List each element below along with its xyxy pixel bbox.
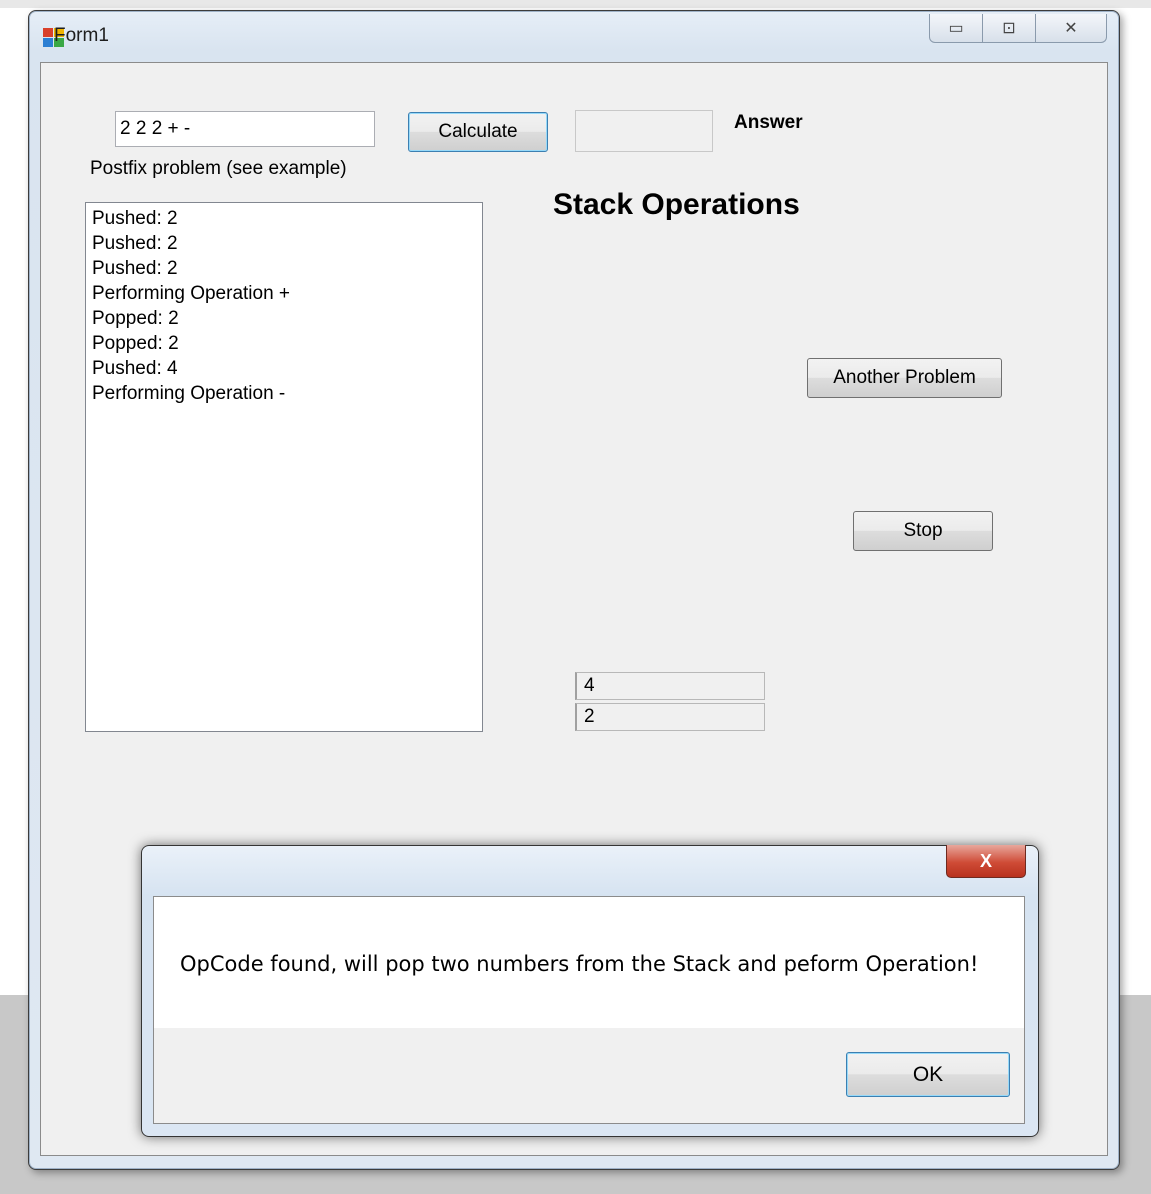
answer-field[interactable] — [575, 110, 713, 152]
stack-cell-bottom: 2 — [575, 703, 765, 731]
list-item[interactable]: Pushed: 4 — [92, 356, 482, 381]
window-title: Form1 — [54, 25, 109, 46]
close-button[interactable]: ✕ — [1036, 14, 1106, 42]
postfix-input[interactable] — [115, 111, 375, 147]
stop-button[interactable]: Stop — [853, 511, 993, 551]
ok-button[interactable]: OK — [846, 1052, 1010, 1097]
close-icon: ✕ — [1064, 20, 1078, 37]
list-item[interactable]: Popped: 2 — [92, 331, 482, 356]
list-item[interactable]: Popped: 2 — [92, 306, 482, 331]
calculate-button[interactable]: Calculate — [408, 112, 548, 152]
list-item[interactable]: Pushed: 2 — [92, 256, 482, 281]
maximize-icon: ⊡ — [1002, 20, 1016, 37]
another-problem-button[interactable]: Another Problem — [807, 358, 1002, 398]
postfix-label: Postfix problem (see example) — [90, 158, 347, 179]
stack-operations-heading: Stack Operations — [553, 188, 800, 221]
maximize-button[interactable]: ⊡ — [983, 14, 1036, 42]
list-item[interactable]: Performing Operation - — [92, 381, 482, 406]
list-item[interactable]: Pushed: 2 — [92, 206, 482, 231]
list-item[interactable]: Pushed: 2 — [92, 231, 482, 256]
window-controls: ▭ ⊡ ✕ — [929, 14, 1107, 43]
desktop-top-strip — [0, 0, 1151, 8]
dialog-message: OpCode found, will pop two numbers from … — [180, 952, 979, 976]
operations-listbox[interactable]: Pushed: 2 Pushed: 2 Pushed: 2 Performing… — [85, 202, 483, 732]
stack-cell-top: 4 — [575, 672, 765, 700]
answer-label: Answer — [734, 112, 803, 133]
minimize-icon: ▭ — [948, 20, 964, 37]
close-icon: X — [979, 850, 992, 871]
minimize-button[interactable]: ▭ — [930, 14, 983, 42]
list-item[interactable]: Performing Operation + — [92, 281, 482, 306]
dialog-close-button[interactable]: X — [946, 845, 1026, 878]
